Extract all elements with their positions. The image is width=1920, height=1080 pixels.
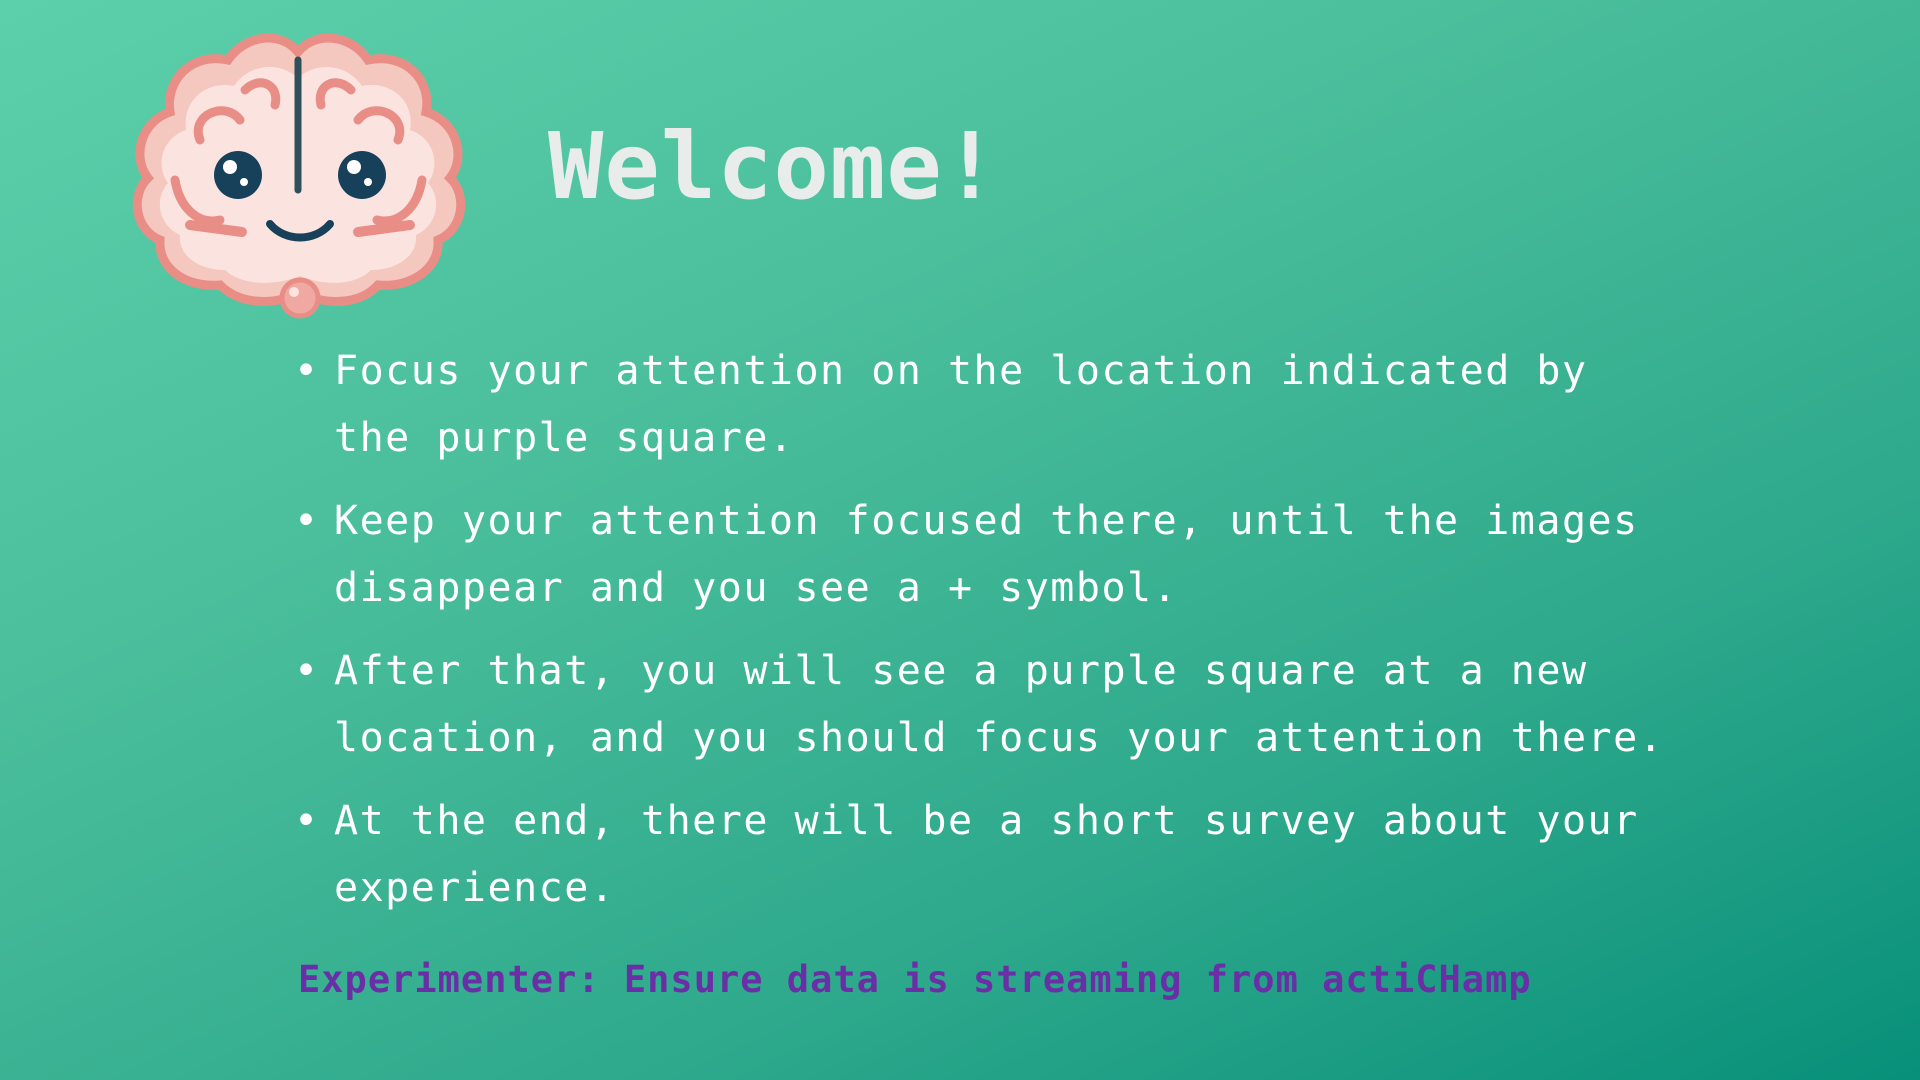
instruction-item: • After that, you will see a purple squa… bbox=[290, 638, 1670, 772]
instruction-text: At the end, there will be a short survey… bbox=[334, 798, 1639, 911]
bullet-icon: • bbox=[294, 348, 320, 394]
instruction-item: • Keep your attention focused there, unt… bbox=[290, 488, 1670, 622]
brain-logo-icon bbox=[132, 33, 466, 319]
instruction-text: After that, you will see a purple square… bbox=[334, 648, 1665, 761]
instruction-item: • At the end, there will be a short surv… bbox=[290, 788, 1670, 922]
instruction-text: Focus your attention on the location ind… bbox=[334, 348, 1588, 461]
page-title: Welcome! bbox=[548, 113, 1000, 220]
instruction-item: • Focus your attention on the location i… bbox=[290, 338, 1670, 472]
instruction-text: Keep your attention focused there, until… bbox=[334, 498, 1639, 611]
bullet-icon: • bbox=[294, 498, 320, 544]
bullet-icon: • bbox=[294, 798, 320, 844]
experimenter-note: Experimenter: Ensure data is streaming f… bbox=[298, 958, 1532, 1001]
instruction-list: • Focus your attention on the location i… bbox=[290, 338, 1670, 938]
bullet-icon: • bbox=[294, 648, 320, 694]
